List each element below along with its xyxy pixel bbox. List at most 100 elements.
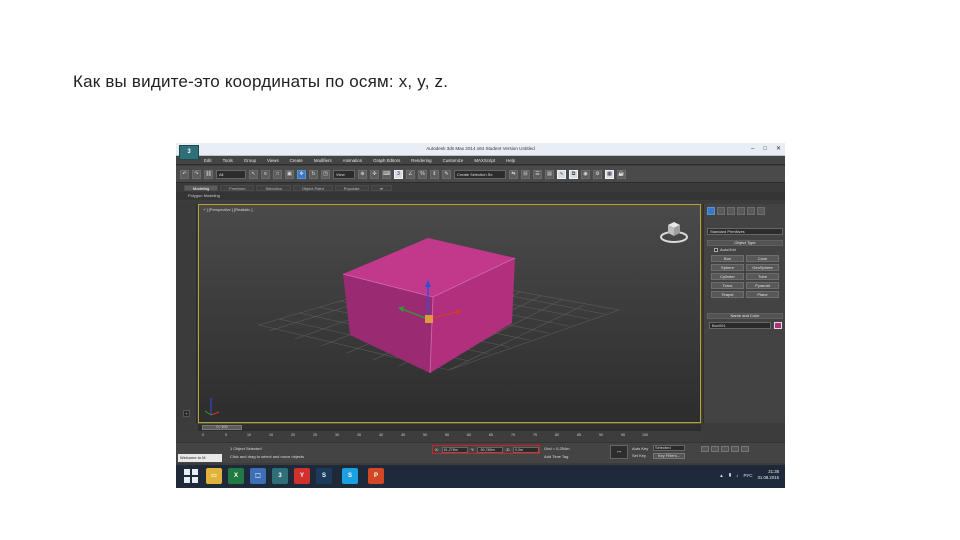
cone-button[interactable]: Cone xyxy=(746,255,779,262)
explorer-icon[interactable]: ▭ xyxy=(206,468,222,484)
set-key-icon[interactable]: ⊶ xyxy=(610,445,628,459)
link-icon[interactable]: ⛓ xyxy=(204,169,213,179)
graphite-toggle-icon[interactable]: ▤ xyxy=(545,169,554,179)
named-selection-select[interactable]: Create Selection Se xyxy=(454,169,506,179)
reference-coord-select[interactable]: View xyxy=(333,169,355,179)
box-button[interactable]: Box xyxy=(711,255,744,262)
select-move-icon[interactable]: ✥ xyxy=(297,169,306,179)
previous-frame-icon[interactable] xyxy=(711,446,719,452)
viewcube-icon[interactable] xyxy=(659,217,689,246)
volume-icon[interactable]: ♪ xyxy=(736,473,738,478)
object-color-swatch[interactable] xyxy=(774,322,782,329)
curve-editor-icon[interactable]: ∿ xyxy=(557,169,566,179)
rendered-frame-icon[interactable]: ▦ xyxy=(605,169,614,179)
sphere-button[interactable]: Sphere xyxy=(711,264,744,271)
go-to-end-icon[interactable] xyxy=(741,446,749,452)
schematic-view-icon[interactable]: ⧉ xyxy=(569,169,578,179)
select-rotate-icon[interactable]: ↻ xyxy=(309,169,318,179)
add-time-tag[interactable]: Add Time Tag xyxy=(544,454,568,459)
menu-maxscript[interactable]: MAXScript xyxy=(474,157,495,164)
select-by-name-icon[interactable]: ≡ xyxy=(261,169,270,179)
tab-modeling[interactable]: Modeling xyxy=(184,185,219,191)
close-button[interactable]: ✕ xyxy=(776,145,781,153)
motion-panel-icon[interactable] xyxy=(737,207,745,215)
rect-selection-icon[interactable]: □ xyxy=(273,169,282,179)
snaps-toggle-icon[interactable]: 3 xyxy=(394,169,403,179)
ribbon-panel-title[interactable]: Polygon Modeling xyxy=(176,192,785,200)
modify-panel-icon[interactable] xyxy=(717,207,725,215)
tab-selection[interactable]: Selection xyxy=(256,185,291,191)
auto-key-button[interactable]: Auto Key xyxy=(632,446,648,451)
key-filters-button[interactable]: Key Filters... xyxy=(653,453,685,459)
plane-button[interactable]: Plane xyxy=(746,291,779,298)
skype-icon[interactable]: S xyxy=(342,468,358,484)
menu-group[interactable]: Group xyxy=(244,157,256,164)
menu-help[interactable]: Help xyxy=(506,157,515,164)
play-icon[interactable] xyxy=(721,446,729,452)
time-slider[interactable]: 0 / 100 xyxy=(198,423,701,431)
track-bar[interactable]: 0 5 10 15 20 25 30 35 40 45 50 55 60 65 … xyxy=(176,431,703,442)
3dsmax-taskbar-icon[interactable]: 3 xyxy=(272,468,288,484)
photos-icon[interactable]: ⬚ xyxy=(250,468,266,484)
spinner-snap-icon[interactable]: ⇕ xyxy=(430,169,439,179)
autogrid-box[interactable] xyxy=(714,247,718,252)
mirror-icon[interactable]: ⇆ xyxy=(509,169,518,179)
display-panel-icon[interactable] xyxy=(747,207,755,215)
angle-snap-icon[interactable]: ∠ xyxy=(406,169,415,179)
menu-tools[interactable]: Tools xyxy=(223,157,233,164)
tray-arrow-icon[interactable]: ▲ xyxy=(719,473,723,478)
maxscript-listener[interactable]: Welcome to M xyxy=(178,454,222,462)
next-frame-icon[interactable] xyxy=(731,446,739,452)
tab-object-paint[interactable]: Object Paint xyxy=(292,185,333,191)
create-panel-icon[interactable] xyxy=(707,207,715,215)
render-setup-icon[interactable]: ⚙ xyxy=(593,169,602,179)
clock[interactable]: 21:38 31.08.2015 xyxy=(757,469,779,481)
select-object-icon[interactable]: ↖ xyxy=(249,169,258,179)
language-indicator[interactable]: РУС xyxy=(743,473,752,478)
menu-views[interactable]: Views xyxy=(267,157,279,164)
pink-box[interactable] xyxy=(342,238,516,374)
menu-create[interactable]: Create xyxy=(290,157,303,164)
keyboard-shortcut-icon[interactable]: ⌨ xyxy=(382,169,391,179)
set-key-button[interactable]: Set Key xyxy=(632,453,646,458)
object-type-rollout[interactable]: Object Type xyxy=(707,240,783,246)
yandex-browser-icon[interactable]: Y xyxy=(294,468,310,484)
y-coordinate-field[interactable]: -50,789m xyxy=(477,446,504,453)
hierarchy-panel-icon[interactable] xyxy=(727,207,735,215)
steam-icon[interactable]: S xyxy=(316,468,332,484)
x-coordinate-field[interactable]: 61,278m xyxy=(441,446,468,453)
menu-edit[interactable]: Edit xyxy=(204,157,212,164)
align-icon[interactable]: ⊟ xyxy=(521,169,530,179)
name-color-rollout[interactable]: Name and Color xyxy=(707,313,783,319)
window-crossing-icon[interactable]: ▣ xyxy=(285,169,294,179)
manipulate-icon[interactable]: ✣ xyxy=(370,169,379,179)
primitives-dropdown[interactable]: Standard Primitives xyxy=(707,228,783,235)
teapot-button[interactable]: Teapot xyxy=(711,291,744,298)
utilities-panel-icon[interactable] xyxy=(757,207,765,215)
powerpoint-icon[interactable]: P xyxy=(368,468,384,484)
torus-button[interactable]: Torus xyxy=(711,282,744,289)
selection-filter-select[interactable]: All xyxy=(216,169,246,179)
select-scale-icon[interactable]: ◳ xyxy=(321,169,330,179)
menu-graph-editors[interactable]: Graph Editors xyxy=(373,157,400,164)
network-icon[interactable]: ▮ xyxy=(729,472,731,478)
ribbon-options-icon[interactable]: •▾ xyxy=(370,185,392,191)
pyramid-button[interactable]: Pyramid xyxy=(746,282,779,289)
excel-icon[interactable]: X xyxy=(228,468,244,484)
geosphere-button[interactable]: GeoSphere xyxy=(746,264,779,271)
tab-populate[interactable]: Populate xyxy=(334,185,369,191)
menu-modifiers[interactable]: Modifiers xyxy=(314,157,332,164)
undo-icon[interactable]: ↶ xyxy=(180,169,189,179)
windows-start-icon[interactable] xyxy=(184,469,198,483)
z-coordinate-field[interactable]: 0,0m xyxy=(512,446,539,453)
tube-button[interactable]: Tube xyxy=(746,273,779,280)
render-production-icon[interactable]: ☕ xyxy=(617,169,626,179)
object-name-field[interactable]: Box001 xyxy=(709,322,771,329)
autogrid-checkbox[interactable]: AutoGrid xyxy=(714,247,736,252)
layer-manager-icon[interactable]: ☰ xyxy=(533,169,542,179)
edit-named-selection-icon[interactable]: ✎ xyxy=(442,169,451,179)
app-logo-icon[interactable]: 3 xyxy=(179,145,199,160)
maximize-button[interactable]: □ xyxy=(763,145,767,153)
material-editor-icon[interactable]: ◉ xyxy=(581,169,590,179)
time-slider-handle[interactable]: 0 / 100 xyxy=(202,425,242,430)
